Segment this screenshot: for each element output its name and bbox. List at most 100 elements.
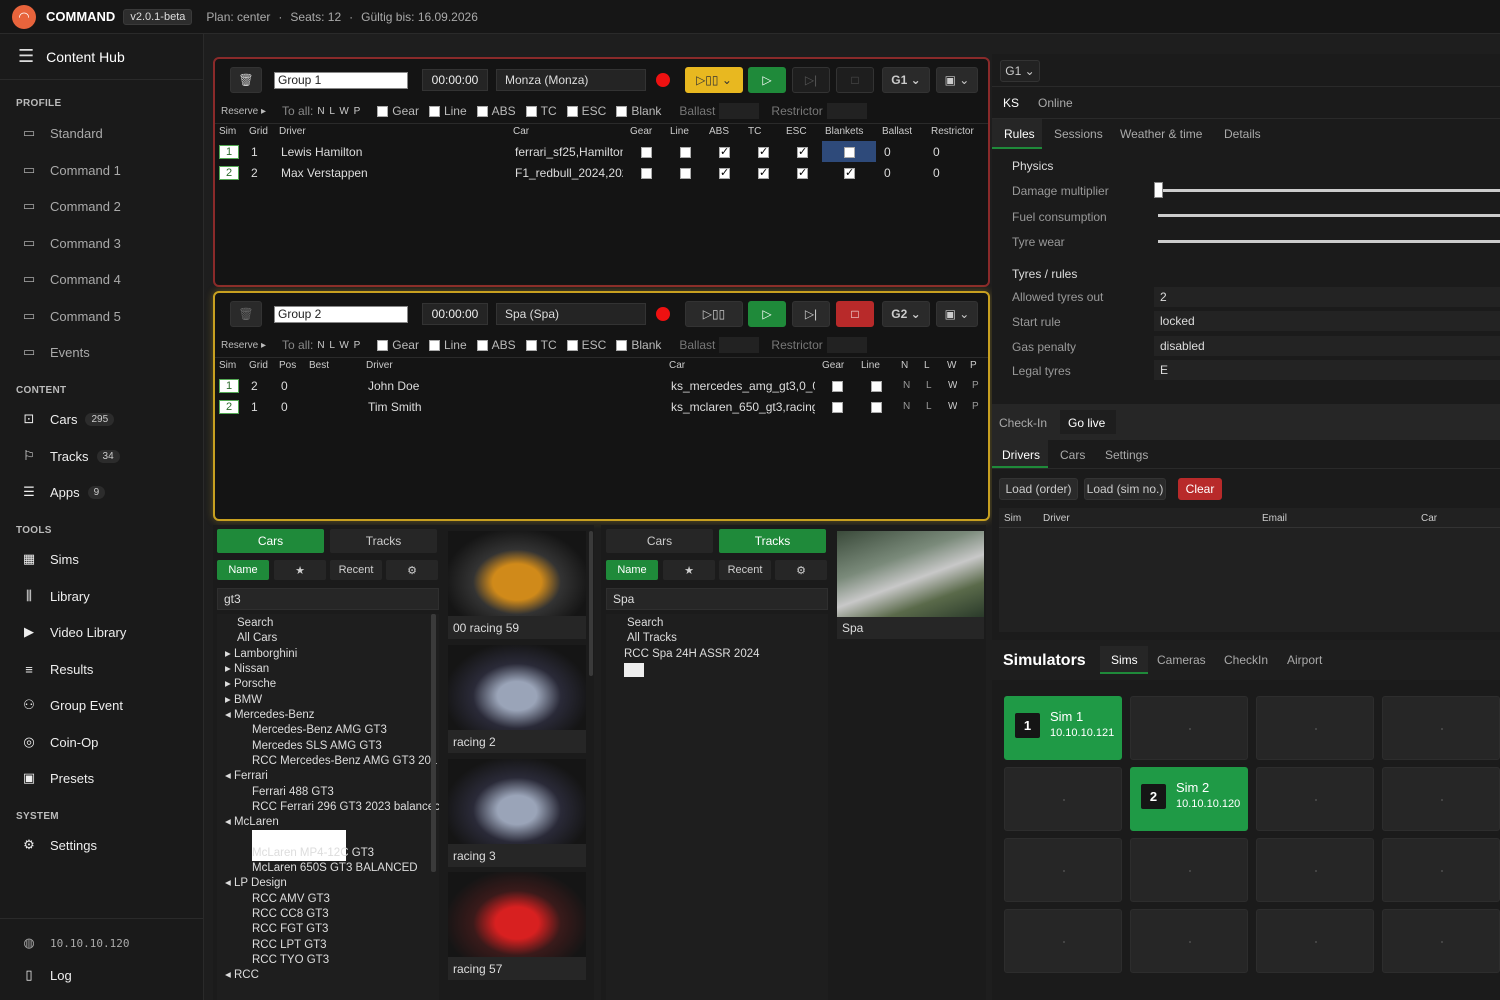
line-checkbox[interactable] [428, 105, 440, 117]
scrollbar[interactable] [431, 614, 436, 872]
tab-drivers[interactable]: Drivers [1002, 448, 1040, 462]
fuel-slider[interactable] [1158, 214, 1500, 217]
group-select[interactable]: G1 ⌄ [1000, 60, 1040, 82]
sidebar-item-command-3[interactable]: ▭ Command 3 [20, 235, 121, 251]
blank-checkbox[interactable] [616, 339, 628, 351]
flag-w[interactable]: W [948, 380, 957, 391]
sidebar-item-library[interactable]: ⫼ Library [20, 588, 90, 604]
tree-node[interactable]: ▸ Nissan [225, 662, 269, 677]
abs-checkbox[interactable] [476, 105, 488, 117]
flag-w[interactable]: W [948, 401, 957, 412]
track-search-input[interactable]: Spa [606, 588, 828, 610]
sim-card-empty[interactable] [1130, 909, 1248, 973]
tree-leaf[interactable]: McLaren 650S GT3 BALANCED [252, 861, 418, 876]
sidebar-item-presets[interactable]: ▣ Presets [20, 770, 94, 786]
tree-node[interactable]: ◂ Ferrari [225, 769, 268, 784]
car-thumbnail[interactable]: 00 racing 59 [448, 531, 586, 639]
tree-leaf[interactable]: RCC Mercedes-Benz AMG GT3 201 [252, 754, 437, 769]
flag-l[interactable]: L [926, 380, 932, 391]
tree-leaf[interactable]: RCC Spa 24H ASSR 2024 [624, 647, 760, 662]
esc-checkbox[interactable] [797, 145, 808, 158]
sort-name-button[interactable]: Name [217, 560, 269, 580]
tab-airport[interactable]: Airport [1287, 653, 1322, 667]
star-icon[interactable]: ★ [274, 560, 326, 580]
trash-icon[interactable]: 🗑 [230, 301, 262, 327]
reserve-toggle[interactable]: Reserve ▸ [221, 106, 266, 117]
sidebar-item-settings[interactable]: ⚙ Settings [20, 837, 97, 853]
tree-all-tracks[interactable]: All Tracks [627, 631, 677, 646]
abs-checkbox[interactable] [719, 166, 730, 179]
flag-p[interactable]: P [972, 401, 979, 412]
car-thumbnail[interactable]: racing 3 [448, 759, 586, 867]
sidebar-item-command-4[interactable]: ▭ Command 4 [20, 271, 121, 287]
tree-search[interactable]: Search [237, 616, 273, 631]
tree-leaf[interactable]: RCC TYO GT3 [252, 953, 329, 968]
tc-checkbox[interactable] [525, 339, 537, 351]
tree-leaf[interactable]: RCC AMV GT3 [252, 892, 330, 907]
track-thumbnail[interactable]: Spa [837, 531, 984, 639]
sim-card-empty[interactable] [1382, 696, 1500, 760]
play-button[interactable]: ▷ [748, 67, 786, 93]
tab-cars[interactable]: Cars [1060, 448, 1085, 462]
gear-checkbox[interactable] [377, 105, 389, 117]
flag-n[interactable]: N [903, 401, 910, 412]
tree-search[interactable]: Search [627, 616, 663, 631]
settings-icon[interactable]: ⚙ [386, 560, 438, 580]
group-badge-select[interactable]: G2 ⌄ [882, 301, 930, 327]
play-button[interactable]: ▷ [748, 301, 786, 327]
ballast-input[interactable] [719, 337, 760, 353]
skip-button[interactable]: ▷| [792, 301, 830, 327]
tree-node[interactable]: ▸ Lamborghini [225, 647, 297, 662]
gear-checkbox[interactable] [641, 168, 652, 179]
sim-card-empty[interactable] [1256, 696, 1374, 760]
sidebar-item-command-2[interactable]: ▭ Command 2 [20, 198, 121, 214]
sort-recent-button[interactable]: Recent [719, 560, 771, 580]
tab-go-live[interactable]: Go live [1068, 416, 1105, 430]
sidebar-item-video-library[interactable]: ▶ Video Library [20, 624, 126, 640]
content-hub-header[interactable]: ☰ Content Hub [0, 34, 204, 80]
sim-card-2[interactable]: 2 Sim 2 10.10.10.120 [1130, 767, 1248, 831]
sim-card-empty[interactable] [1256, 838, 1374, 902]
group-badge-select[interactable]: G1 ⌄ [882, 67, 930, 93]
star-icon[interactable]: ★ [663, 560, 715, 580]
tree-leaf[interactable]: RCC FGT GT3 [252, 922, 328, 937]
sidebar-item-sims[interactable]: ▦ Sims [20, 551, 79, 567]
sort-recent-button[interactable]: Recent [330, 560, 382, 580]
car-thumbnail[interactable]: racing 2 [448, 645, 586, 753]
tree-leaf[interactable]: RCC CC8 GT3 [252, 907, 329, 922]
trash-icon[interactable]: 🗑 [230, 67, 262, 93]
sim-card-empty[interactable] [1004, 909, 1122, 973]
legal-tyres-input[interactable]: E [1154, 360, 1500, 380]
stop-button[interactable]: □ [836, 67, 874, 93]
tree-node[interactable]: ◂ LP Design [225, 876, 287, 891]
esc-checkbox[interactable] [797, 166, 808, 179]
sidebar-item-coin-op[interactable]: ◎ Coin-Op [20, 734, 98, 750]
line-checkbox[interactable] [680, 147, 691, 158]
tab-cameras[interactable]: Cameras [1157, 653, 1206, 667]
start-rule-select[interactable]: locked [1154, 311, 1500, 331]
menu-icon[interactable]: ☰ [18, 46, 34, 67]
blank-checkbox[interactable] [616, 105, 628, 117]
car-search-input[interactable]: gt3 [217, 588, 439, 610]
flag-l[interactable]: L [926, 401, 932, 412]
gear-checkbox[interactable] [832, 381, 843, 392]
tab-sessions[interactable]: Sessions [1054, 127, 1103, 141]
save-menu-button[interactable]: ▣ ⌄ [936, 67, 978, 93]
sidebar-item-apps[interactable]: ☰ Apps 9 [20, 484, 106, 500]
sidebar-item-results[interactable]: ≡ Results [20, 661, 93, 677]
sidebar-item-tracks[interactable]: ⚐ Tracks 34 [20, 448, 120, 464]
record-icon[interactable] [656, 73, 670, 87]
sim-card-empty[interactable] [1130, 838, 1248, 902]
sort-name-button[interactable]: Name [606, 560, 658, 580]
skip-button[interactable]: ▷| [792, 67, 830, 93]
track-select[interactable]: Monza (Monza) [496, 69, 646, 91]
sidebar-item-log[interactable]: ▯ Log [20, 967, 71, 983]
abs-checkbox[interactable] [476, 339, 488, 351]
tree-node[interactable]: ▸ Porsche [225, 677, 276, 692]
restrictor-input[interactable] [826, 337, 867, 353]
tab-tracks[interactable]: Tracks [330, 529, 437, 553]
esc-checkbox[interactable] [566, 105, 578, 117]
tree-node[interactable]: ◂ RCC [225, 968, 259, 983]
tree-leaf[interactable]: RCC LPT GT3 [252, 938, 327, 953]
sidebar-item-command-1[interactable]: ▭ Command 1 [20, 162, 121, 178]
